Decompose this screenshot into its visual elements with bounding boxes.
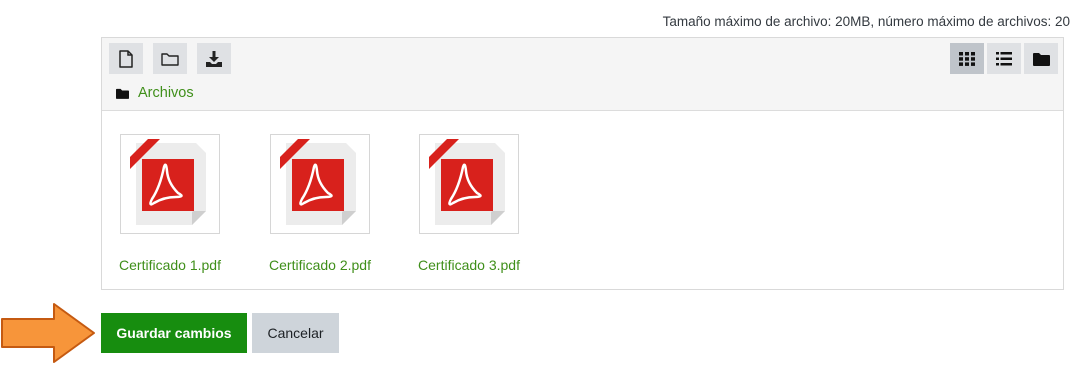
- path-folder-link[interactable]: Archivos: [138, 85, 194, 101]
- file-icon: [119, 49, 133, 68]
- file-name[interactable]: Certificado 3.pdf: [399, 257, 539, 273]
- pdf-icon: [429, 139, 505, 225]
- pointer-arrow-icon: [1, 303, 95, 363]
- file-manager: Archivos Certificado 1.pdf Certificado 2…: [101, 37, 1064, 290]
- list-icon: [996, 51, 1012, 65]
- grid-icon: [959, 51, 975, 66]
- file-item[interactable]: Certificado 2.pdf: [250, 134, 390, 273]
- folder-outline-icon: [161, 52, 179, 66]
- file-thumbnail[interactable]: [419, 134, 519, 234]
- view-tree-button[interactable]: [1024, 43, 1058, 74]
- file-item[interactable]: Certificado 1.pdf: [100, 134, 240, 273]
- folder-icon: [1032, 52, 1050, 66]
- file-list: Certificado 1.pdf Certificado 2.pdf Cert…: [102, 111, 1063, 289]
- pdf-icon: [130, 139, 206, 225]
- folder-icon: [116, 88, 129, 99]
- add-file-button[interactable]: [109, 43, 143, 74]
- create-folder-button[interactable]: [153, 43, 187, 74]
- view-details-button[interactable]: [987, 43, 1021, 74]
- file-manager-toolbar: Archivos: [102, 38, 1063, 111]
- file-thumbnail[interactable]: [270, 134, 370, 234]
- download-button[interactable]: [197, 43, 231, 74]
- breadcrumb: Archivos: [116, 85, 194, 101]
- pdf-icon: [280, 139, 356, 225]
- file-name[interactable]: Certificado 1.pdf: [100, 257, 240, 273]
- file-item[interactable]: Certificado 3.pdf: [399, 134, 539, 273]
- download-icon: [206, 50, 222, 67]
- view-icons-button[interactable]: [950, 43, 984, 74]
- save-changes-button[interactable]: Guardar cambios: [101, 313, 247, 353]
- file-limits-text: Tamaño máximo de archivo: 20MB, número m…: [662, 14, 1070, 29]
- file-thumbnail[interactable]: [120, 134, 220, 234]
- cancel-button[interactable]: Cancelar: [252, 313, 339, 353]
- file-name[interactable]: Certificado 2.pdf: [250, 257, 390, 273]
